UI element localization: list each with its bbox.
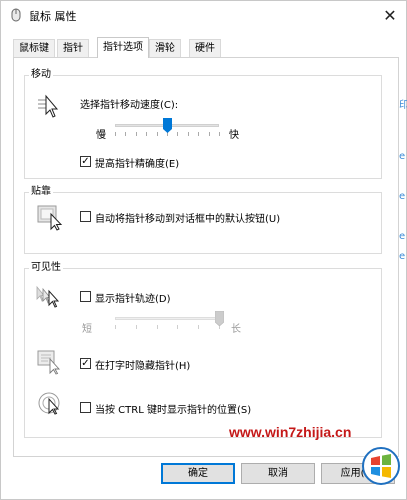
pointer-trails-icon [36,285,60,308]
slider-tick [219,132,220,136]
trails-label: 显示指针轨迹(D) [95,294,171,305]
short-label: 短 [82,324,92,335]
snap-checkbox[interactable] [80,211,91,222]
slider-tick [156,325,158,329]
speed-label: 选择指针移动速度(C): [80,100,179,111]
slider-tick [115,132,116,136]
slider-tick [135,325,137,329]
slider-tick [146,132,148,136]
slider-tick [125,132,127,136]
slider-tick [135,132,137,136]
tab-wheel[interactable]: 滑轮 [149,39,181,57]
hide-pointer-label: 在打字时隐藏指针(H) [95,361,191,372]
slow-label: 慢 [96,130,106,141]
snap-label: 自动将指针移动到对话框中的默认按钮(U) [95,214,281,225]
background-text: 印 [399,100,407,111]
slider-tick [177,325,179,329]
trails-slider-track[interactable] [115,317,219,320]
slider-tick [115,325,116,329]
mouse-properties-dialog: 鼠标 属性 ✕ 鼠标键 指针 指针选项 滑轮 硬件 移动 选择指针移动速度(C)… [0,0,407,500]
precision-checkbox[interactable]: ✓ [80,156,91,167]
checkmark-icon: ✓ [81,358,90,369]
tab-panel: 移动 选择指针移动速度(C): 慢 快 ✓ 提高指针精确度(E) 贴靠 自动将指… [13,57,399,457]
motion-group: 移动 选择指针移动速度(C): 慢 快 ✓ 提高指针精确度(E) [24,69,382,179]
apply-button[interactable]: 应用(A) [321,463,395,484]
tab-buttons[interactable]: 鼠标键 [13,39,55,57]
background-text: e [399,151,406,162]
precision-label: 提高指针精确度(E) [95,159,180,170]
slider-tick [198,325,200,329]
snap-group-title: 贴靠 [29,186,53,198]
slider-tick [177,132,179,136]
slider-tick [187,132,189,136]
pointer-speed-icon [38,94,59,118]
visibility-group: 可见性 显示指针轨迹(D) 短 长 ✓ 在打字时隐藏指针(H) 当按 CTRL … [24,262,382,438]
close-icon: ✕ [383,5,397,25]
mouse-icon [11,8,21,22]
tab-pointers[interactable]: 指针 [57,39,89,57]
background-text: e [399,191,406,202]
window-title: 鼠标 属性 [29,10,77,23]
trails-slider-thumb[interactable] [214,311,224,326]
tab-bar: 鼠标键 指针 指针选项 滑轮 硬件 [13,37,393,58]
tab-hardware[interactable]: 硬件 [189,39,221,57]
close-button[interactable]: ✕ [380,5,400,25]
fast-label: 快 [229,130,239,141]
checkmark-icon: ✓ [81,156,90,167]
background-text: e [399,231,406,242]
motion-group-title: 移动 [29,69,53,81]
visibility-group-title: 可见性 [29,262,63,274]
snap-to-button-icon [37,205,63,231]
long-label: 长 [231,324,241,335]
ctrl-location-label: 当按 CTRL 键时显示指针的位置(S) [95,405,252,416]
background-text: e [399,251,406,262]
pointer-location-icon [38,392,60,415]
hide-pointer-typing-icon [37,350,61,375]
hide-pointer-checkbox[interactable]: ✓ [80,358,91,369]
trails-checkbox[interactable] [80,291,91,302]
tab-pointer-options[interactable]: 指针选项 [97,37,149,58]
ok-button[interactable]: 确定 [161,463,235,484]
speed-slider-thumb[interactable] [162,118,172,133]
title-bar: 鼠标 属性 ✕ [1,1,406,29]
snap-group: 贴靠 自动将指针移动到对话框中的默认按钮(U) [24,186,382,254]
slider-tick [198,132,200,136]
slider-tick [156,132,158,136]
ctrl-location-checkbox[interactable] [80,402,91,413]
cancel-button[interactable]: 取消 [241,463,315,484]
slider-tick [208,132,210,136]
